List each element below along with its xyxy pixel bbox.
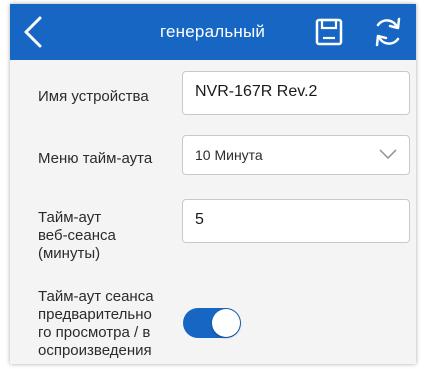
device-name-field[interactable]: NVR-167R Rev.2 [182, 71, 410, 115]
preview-playback-timeout-toggle[interactable] [183, 308, 241, 338]
toggle-knob [212, 309, 240, 337]
timeout-menu-value: 10 Минута [195, 147, 263, 163]
timeout-menu-select[interactable]: 10 Минута [182, 135, 410, 175]
refresh-button[interactable] [372, 15, 404, 49]
timeout-menu-label: Меню тайм-аута [38, 150, 153, 167]
chevron-down-icon [379, 149, 397, 159]
device-name-value: NVR-167R Rev.2 [195, 83, 318, 100]
page-title: генеральный [160, 22, 266, 41]
web-session-timeout-field[interactable]: 5 [182, 199, 410, 243]
chevron-left-icon [24, 16, 42, 48]
label-line: Тайм-аут сеанса [38, 288, 154, 305]
app-header: генеральный [10, 4, 416, 60]
web-session-timeout-value: 5 [195, 211, 204, 228]
label-line: Тайм-аут [38, 209, 102, 226]
label-line: (минуты) [38, 245, 101, 262]
device-name-label: Имя устройства [38, 88, 149, 105]
back-button[interactable] [20, 14, 50, 50]
settings-screen: генеральный Имя устройства NVR-167R Rev.… [10, 4, 416, 364]
label-line: оспроизведения [38, 342, 152, 359]
label-line: предварительно [38, 306, 152, 323]
web-session-timeout-label: Тайм-аут веб-сеанса (минуты) [38, 209, 116, 263]
preview-playback-timeout-label: Тайм-аут сеанса предварительно го просмо… [38, 288, 154, 360]
floppy-disk-icon [315, 18, 343, 46]
label-line: веб-сеанса [38, 227, 116, 244]
save-button[interactable] [314, 17, 344, 47]
refresh-icon [375, 17, 401, 47]
label-line: го просмотра / в [38, 324, 151, 341]
